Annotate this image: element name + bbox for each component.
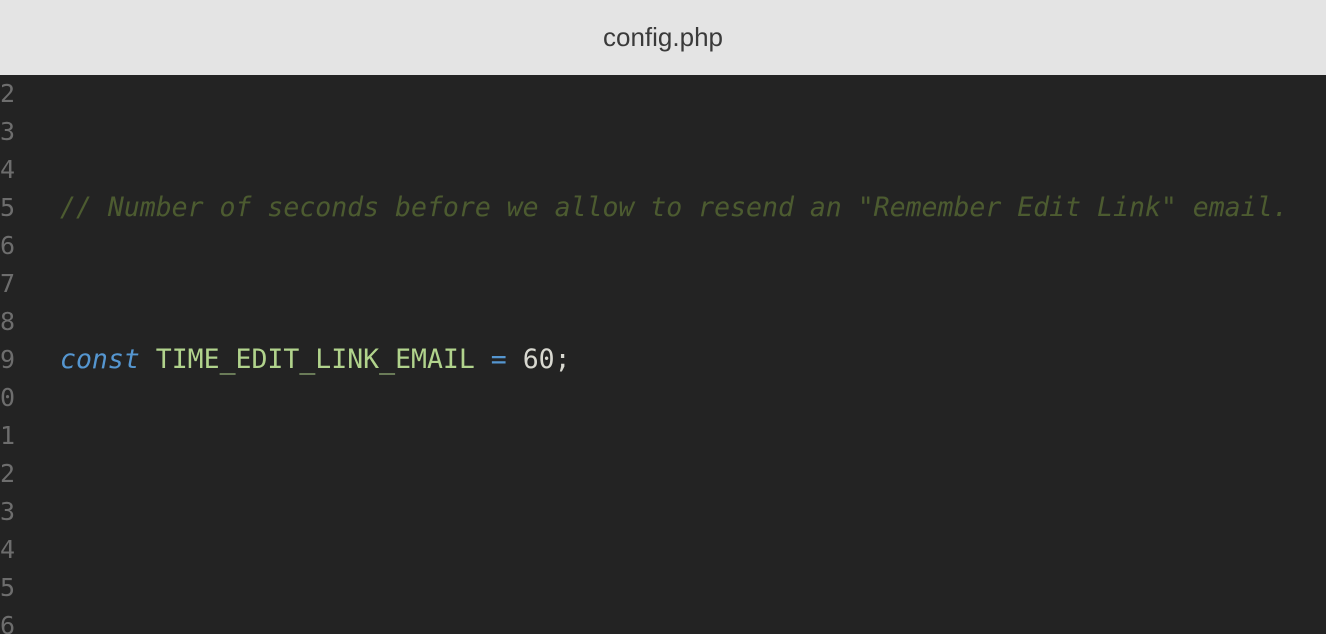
number-token: 60 (523, 344, 555, 375)
line-number: 2 (0, 75, 14, 113)
keyword-token: const (60, 344, 140, 375)
line-number: 1 (0, 417, 14, 455)
comment-token: // Number of seconds before we allow to … (60, 192, 1289, 223)
line-number: 3 (0, 113, 14, 151)
line-number: 7 (0, 265, 14, 303)
line-number: 4 (0, 151, 14, 189)
code-line[interactable]: const TIME_EDIT_LINK_EMAIL = 60; (14, 341, 1326, 379)
code-area[interactable]: // Number of seconds before we allow to … (14, 75, 1326, 634)
line-number: 5 (0, 569, 14, 607)
code-line[interactable] (14, 493, 1326, 531)
line-number: 2 (0, 455, 14, 493)
line-number: 6 (0, 607, 14, 634)
constant-name-token: TIME_EDIT_LINK_EMAIL (156, 344, 475, 375)
code-line[interactable]: // Number of seconds before we allow to … (14, 189, 1326, 227)
titlebar: config.php (0, 0, 1326, 75)
line-number: 0 (0, 379, 14, 417)
punct-token: ; (555, 344, 571, 375)
line-number-gutter: 2 3 4 5 6 7 8 9 0 1 2 3 4 5 6 (0, 75, 14, 634)
window-title: config.php (603, 22, 723, 53)
code-editor[interactable]: 2 3 4 5 6 7 8 9 0 1 2 3 4 5 6 // Number … (0, 75, 1326, 634)
line-number: 3 (0, 493, 14, 531)
line-number: 9 (0, 341, 14, 379)
line-number: 5 (0, 189, 14, 227)
operator-token: = (475, 344, 523, 375)
line-number: 4 (0, 531, 14, 569)
line-number: 6 (0, 227, 14, 265)
line-number: 8 (0, 303, 14, 341)
